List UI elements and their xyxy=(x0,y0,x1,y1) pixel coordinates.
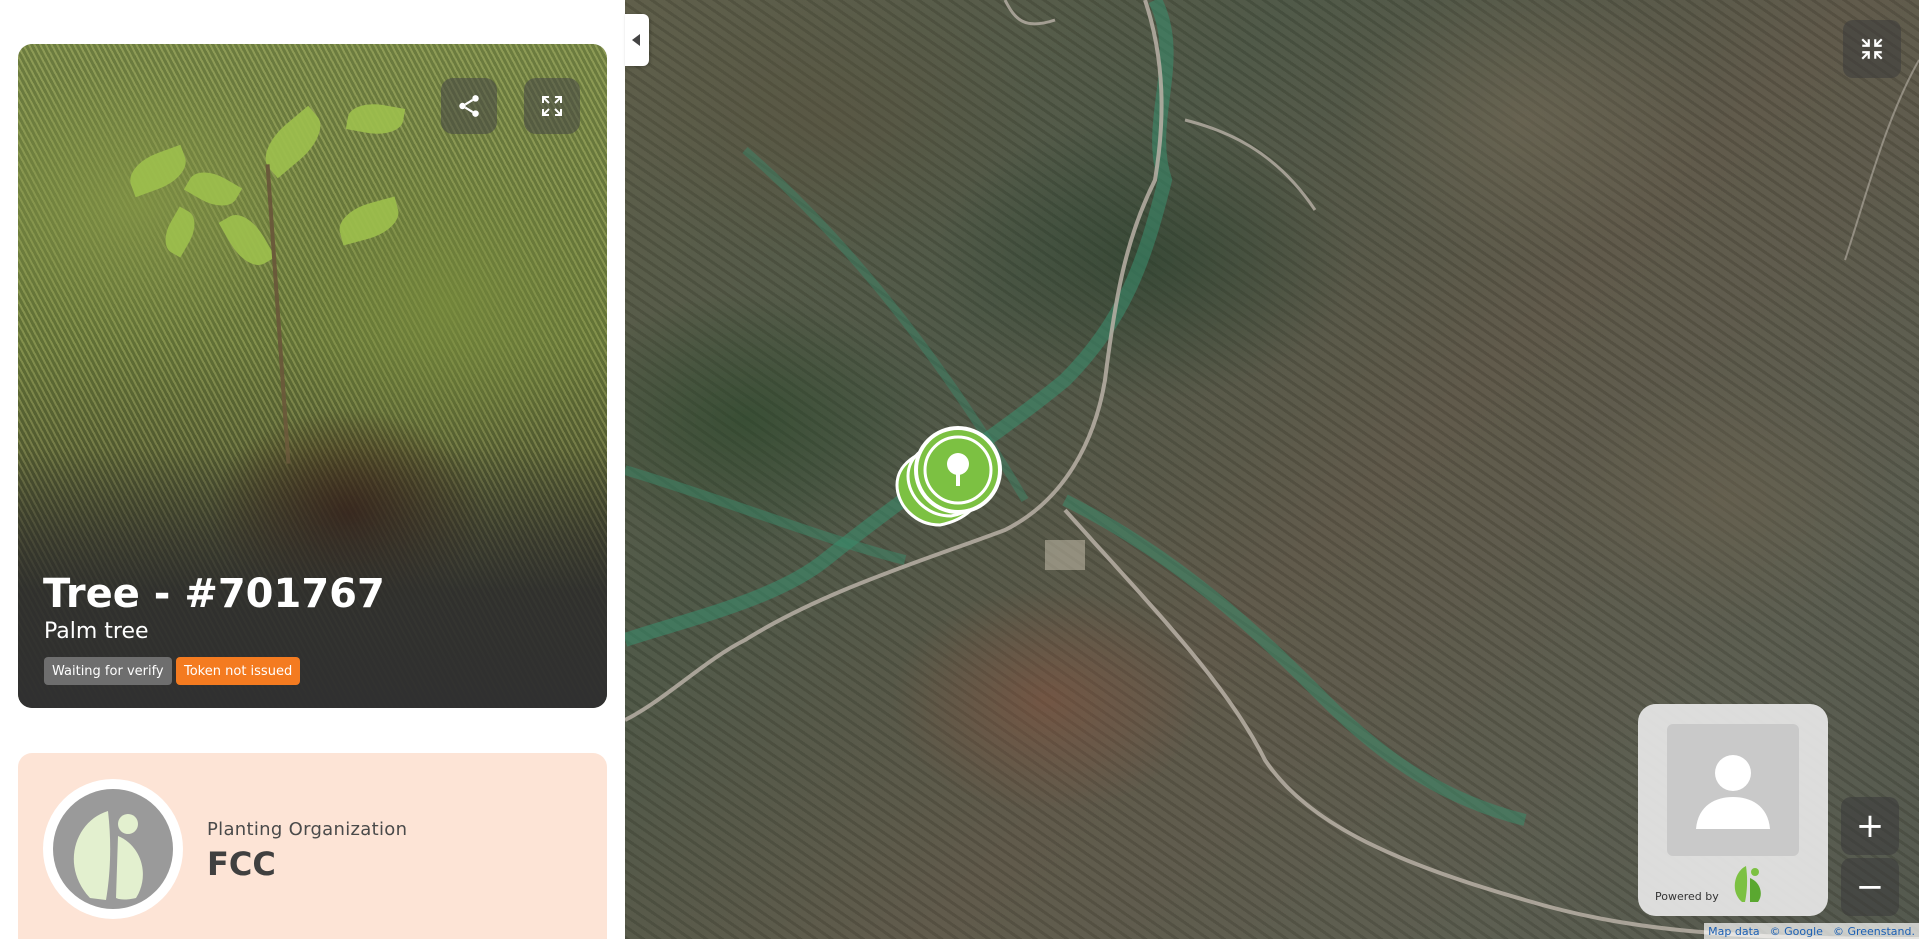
share-icon xyxy=(459,95,479,117)
photo-leaf xyxy=(183,163,243,215)
tree-marker-cluster[interactable] xyxy=(895,426,1002,527)
tree-photo-card: Tree - #701767 Palm tree Waiting for ver… xyxy=(18,44,607,708)
planter-card[interactable]: Powered by xyxy=(1638,704,1828,916)
organization-logo-icon xyxy=(53,789,173,909)
settlement-area xyxy=(1045,540,1085,570)
photo-leaf xyxy=(218,206,276,274)
powered-by-label: Powered by xyxy=(1655,890,1719,903)
exit-fullscreen-button[interactable] xyxy=(1843,20,1901,78)
google-attribution: © Google xyxy=(1769,924,1823,938)
organization-logo xyxy=(43,779,183,919)
road xyxy=(1844,59,1919,261)
tree-title: Tree - #701767 xyxy=(43,571,385,617)
river xyxy=(625,0,1174,647)
photo-stem xyxy=(265,164,291,464)
greenstand-logo xyxy=(1734,866,1761,902)
photo-leaf xyxy=(345,99,406,139)
zoom-out-button[interactable]: − xyxy=(1841,858,1899,916)
photo-leaf xyxy=(123,144,193,198)
river xyxy=(1062,494,1527,826)
road xyxy=(1184,118,1317,211)
tree-details-panel: Tree - #701767 Palm tree Waiting for ver… xyxy=(0,0,625,939)
zoom-in-button[interactable]: + xyxy=(1841,797,1899,855)
expand-photo-button[interactable] xyxy=(524,78,580,134)
planter-avatar xyxy=(1667,724,1799,856)
share-button[interactable] xyxy=(441,78,497,134)
tree-species: Palm tree xyxy=(44,619,149,644)
chevron-left-icon xyxy=(632,34,640,46)
person-icon xyxy=(1696,755,1770,829)
map-data-link[interactable]: Map data xyxy=(1708,925,1760,938)
river xyxy=(625,465,907,565)
fullscreen-exit-icon xyxy=(1861,38,1883,60)
token-status-badge: Token not issued xyxy=(176,657,301,685)
photo-leaf xyxy=(334,196,404,246)
road xyxy=(1003,0,1056,26)
planting-organization-card[interactable]: Planting Organization FCC xyxy=(18,753,607,939)
photo-leaf xyxy=(157,206,203,258)
organization-name: FCC xyxy=(207,845,276,883)
collapse-panel-button[interactable] xyxy=(625,14,649,66)
organization-label: Planting Organization xyxy=(207,819,408,840)
verification-status-badge: Waiting for verify xyxy=(44,657,172,685)
fullscreen-icon xyxy=(542,96,562,116)
greenstand-attribution: © Greenstand. xyxy=(1832,924,1915,938)
map-attribution: Map data © Google © Greenstand. xyxy=(1704,923,1919,939)
